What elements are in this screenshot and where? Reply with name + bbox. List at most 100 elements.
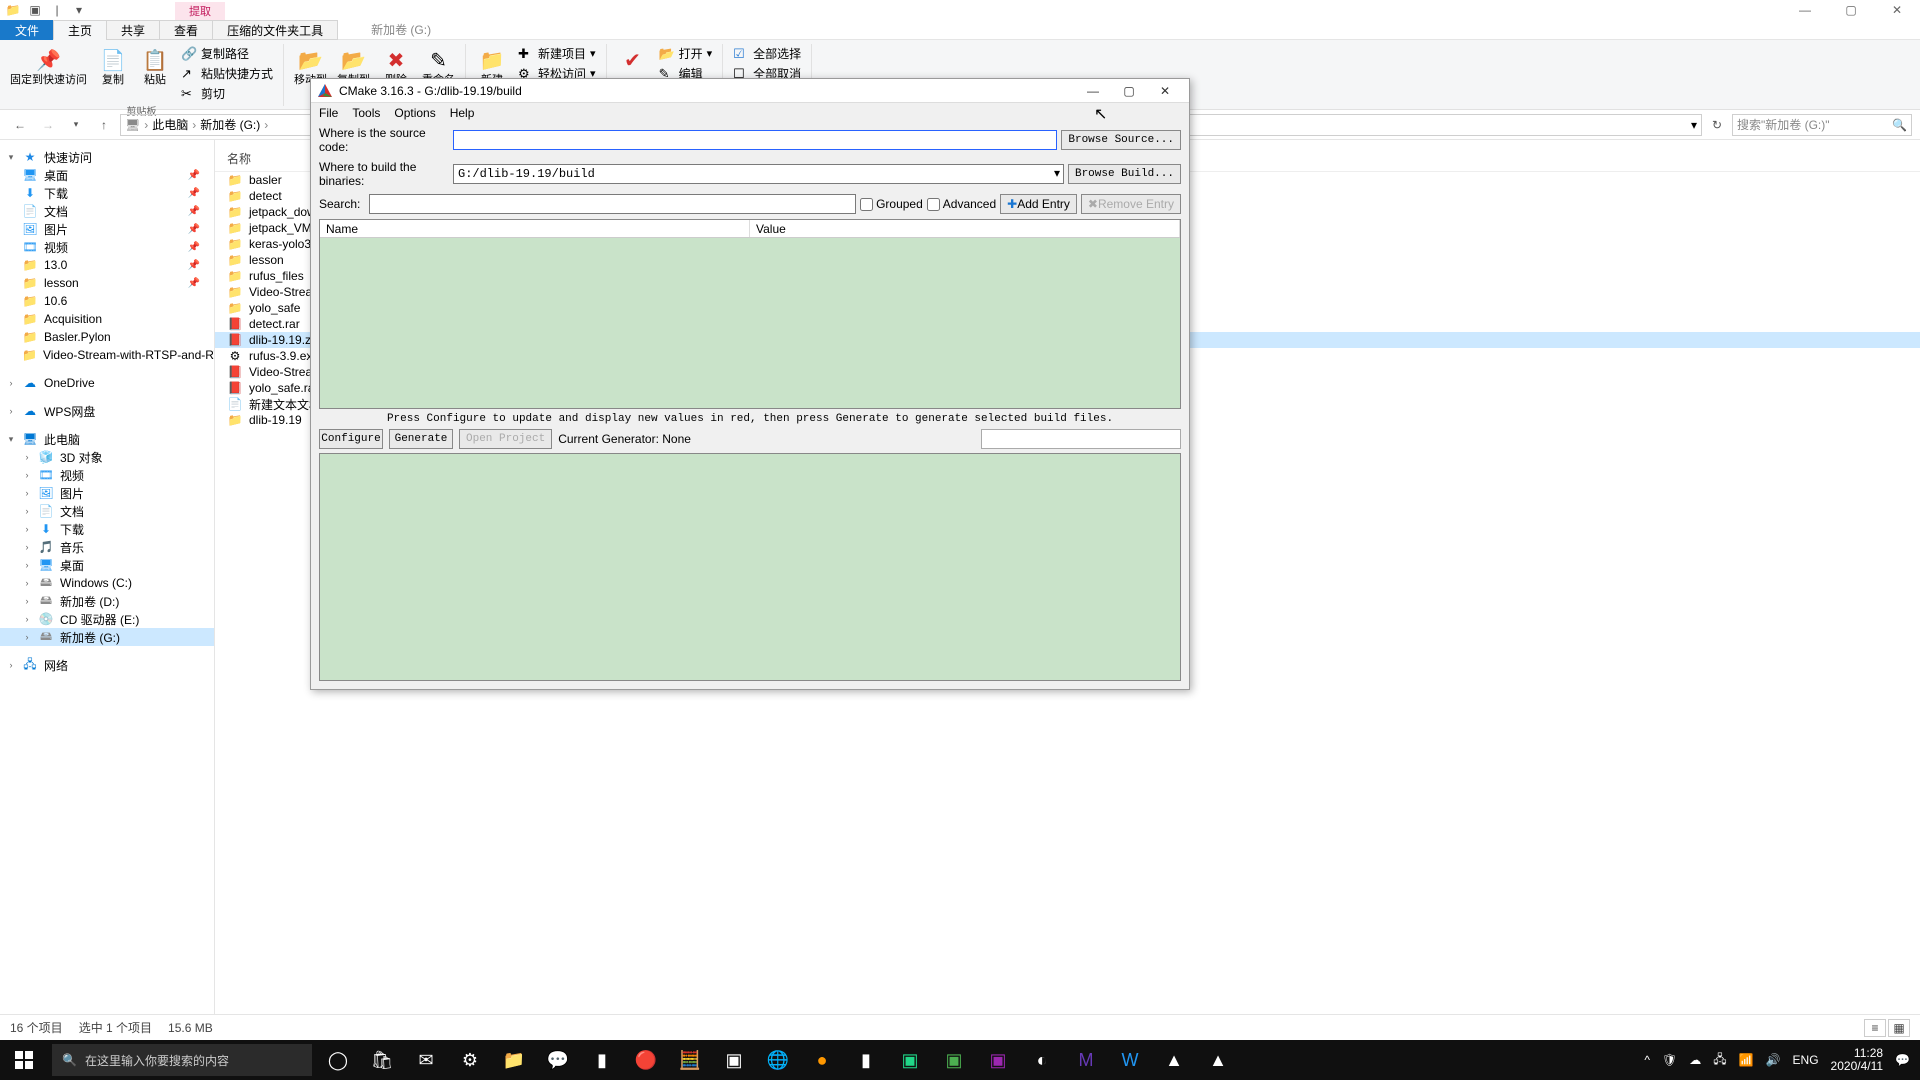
app-taskview-icon[interactable]: ◯ <box>316 1040 360 1080</box>
nav-pictures2[interactable]: 图片 <box>60 485 84 502</box>
nav-106[interactable]: 10.6 <box>44 294 67 308</box>
nav-desktop2[interactable]: 桌面 <box>60 557 84 574</box>
nav-documents[interactable]: 文档 <box>44 203 68 220</box>
app-calculator-icon[interactable]: 🧮 <box>668 1040 712 1080</box>
cmake-binaries-input[interactable] <box>453 164 1064 184</box>
cmake-minimize-button[interactable]: — <box>1075 84 1111 98</box>
app-m-icon[interactable]: M <box>1064 1040 1108 1080</box>
nav-g-drive[interactable]: 新加卷 (G:) <box>60 629 120 646</box>
cmake-menu-file[interactable]: File <box>319 106 338 120</box>
cmake-close-button[interactable]: ✕ <box>1147 84 1183 98</box>
view-icons-button[interactable]: ▦ <box>1888 1019 1910 1037</box>
app-potplayer-icon[interactable]: 🔴 <box>624 1040 668 1080</box>
forward-button[interactable]: → <box>36 113 60 137</box>
nav-wps[interactable]: WPS网盘 <box>44 403 95 420</box>
select-all-button[interactable]: ☑全部选择 <box>729 44 805 63</box>
tab-share[interactable]: 共享 <box>106 20 160 40</box>
cmake-output-pane[interactable] <box>319 453 1181 681</box>
nav-videos2[interactable]: 视频 <box>60 467 84 484</box>
cmake-cache-table[interactable]: Name Value <box>319 219 1181 409</box>
cut-button[interactable]: ✂剪切 <box>177 84 277 103</box>
close-button[interactable]: ✕ <box>1874 0 1920 20</box>
tray-cloud-icon[interactable]: ☁ <box>1689 1053 1701 1067</box>
nav-c-drive[interactable]: Windows (C:) <box>60 576 132 590</box>
cmake-search-input[interactable] <box>369 194 856 214</box>
cmake-th-value[interactable]: Value <box>750 220 1180 237</box>
nav-videostream[interactable]: Video-Stream-with-RTSP-and-RTP-mas <box>43 348 215 362</box>
cmake-browse-source-button[interactable]: Browse Source... <box>1061 130 1181 150</box>
nav-quick-access[interactable]: 快速访问 <box>44 149 92 166</box>
tray-network-icon[interactable]: 🖧 <box>1713 1050 1726 1071</box>
tab-archive-tools[interactable]: 压缩的文件夹工具 <box>212 20 338 40</box>
refresh-button[interactable]: ↻ <box>1706 114 1728 136</box>
nav-downloads[interactable]: 下载 <box>44 185 68 202</box>
nav-videos[interactable]: 视频 <box>44 239 68 256</box>
contextual-tab-extract[interactable]: 提取 <box>175 2 225 20</box>
up-button[interactable]: ↑ <box>92 113 116 137</box>
cmake-generate-button[interactable]: Generate <box>389 429 453 449</box>
start-button[interactable] <box>0 1040 48 1080</box>
system-tray[interactable]: ^ 🛡 ☁ 🖧 📶 🔊 ENG 11:28 2020/4/11 💬 <box>1634 1047 1920 1073</box>
view-details-button[interactable]: ≡ <box>1864 1019 1886 1037</box>
cmake-menu-tools[interactable]: Tools <box>352 106 380 120</box>
nav-130[interactable]: 13.0 <box>44 258 67 272</box>
back-button[interactable]: ← <box>8 113 32 137</box>
app-store-icon[interactable]: 🛍 <box>360 1040 404 1080</box>
tray-notifications-icon[interactable]: 💬 <box>1895 1053 1910 1067</box>
tray-lang[interactable]: ENG <box>1793 1053 1819 1067</box>
pin-button[interactable]: 📌固定到快速访问 <box>6 44 91 103</box>
nav-d-drive[interactable]: 新加卷 (D:) <box>60 593 119 610</box>
nav-documents2[interactable]: 文档 <box>60 503 84 520</box>
cmake-menu-options[interactable]: Options <box>394 106 435 120</box>
app-ha-icon[interactable]: ● <box>800 1040 844 1080</box>
nav-basler[interactable]: Basler.Pylon <box>44 330 111 344</box>
app-generic-icon[interactable]: ▣ <box>712 1040 756 1080</box>
search-box[interactable]: 搜索"新加卷 (G:)" 🔍 <box>1732 114 1912 136</box>
app-pycharm-icon[interactable]: ▣ <box>888 1040 932 1080</box>
breadcrumb-drive[interactable]: 新加卷 (G:) <box>200 116 260 133</box>
nav-3d-objects[interactable]: 3D 对象 <box>60 449 103 466</box>
nav-thispc[interactable]: 此电脑 <box>44 431 80 448</box>
app-wps-icon[interactable]: W <box>1108 1040 1152 1080</box>
nav-acquisition[interactable]: Acquisition <box>44 312 102 326</box>
copy-button[interactable]: 📄复制 <box>93 44 133 103</box>
qat-dropdown[interactable]: ▾ <box>70 1 88 19</box>
taskbar-search[interactable]: 🔍 在这里输入你要搜索的内容 <box>52 1044 312 1076</box>
tray-clock[interactable]: 11:28 2020/4/11 <box>1831 1047 1884 1073</box>
recent-dropdown[interactable]: ▾ <box>64 113 88 137</box>
cmake-add-entry-button[interactable]: ✚ Add Entry <box>1000 194 1077 214</box>
paste-shortcut-button[interactable]: ↗粘贴快捷方式 <box>177 64 277 83</box>
checkbox-icon[interactable]: ▣ <box>26 1 44 19</box>
tab-home[interactable]: 主页 <box>53 20 107 40</box>
tray-volume-icon[interactable]: 🔊 <box>1766 1053 1781 1067</box>
app-settings-icon[interactable]: ⚙ <box>448 1040 492 1080</box>
cmake-menu-help[interactable]: Help <box>450 106 475 120</box>
cmake-titlebar[interactable]: CMake 3.16.3 - G:/dlib-19.19/build — ▢ ✕ <box>311 79 1189 103</box>
app-cmd-icon[interactable]: ▮ <box>844 1040 888 1080</box>
minimize-button[interactable]: — <box>1782 0 1828 20</box>
tray-wifi-icon[interactable]: 📶 <box>1739 1053 1754 1067</box>
nav-lesson[interactable]: lesson <box>44 276 79 290</box>
nav-downloads2[interactable]: 下载 <box>60 521 84 538</box>
tab-file[interactable]: 文件 <box>0 20 54 40</box>
app-cmake-icon[interactable]: ▲ <box>1196 1040 1240 1080</box>
cmake-th-name[interactable]: Name <box>320 220 750 237</box>
tray-chevron-icon[interactable]: ^ <box>1644 1053 1650 1067</box>
nav-network[interactable]: 网络 <box>44 657 68 674</box>
app-wechat-icon[interactable]: 💬 <box>536 1040 580 1080</box>
app-chrome-icon[interactable]: 🌐 <box>756 1040 800 1080</box>
breadcrumb-dropdown[interactable]: ▾ <box>1691 118 1697 132</box>
cmake-browse-build-button[interactable]: Browse Build... <box>1068 164 1181 184</box>
app-explorer-icon[interactable]: 📁 <box>492 1040 536 1080</box>
tab-view[interactable]: 查看 <box>159 20 213 40</box>
app-cmake-running-icon[interactable]: ▲ <box>1152 1040 1196 1080</box>
paste-button[interactable]: 📋粘贴 <box>135 44 175 103</box>
cmake-configure-button[interactable]: Configure <box>319 429 383 449</box>
app-obs-icon[interactable]: ◐ <box>1020 1040 1064 1080</box>
nav-pictures[interactable]: 图片 <box>44 221 68 238</box>
app-terminal-icon[interactable]: ▮ <box>580 1040 624 1080</box>
nav-onedrive[interactable]: OneDrive <box>44 376 95 390</box>
cmake-grouped-checkbox[interactable]: Grouped <box>860 197 923 211</box>
cmake-advanced-checkbox[interactable]: Advanced <box>927 197 996 211</box>
app-b-icon[interactable]: ▣ <box>932 1040 976 1080</box>
